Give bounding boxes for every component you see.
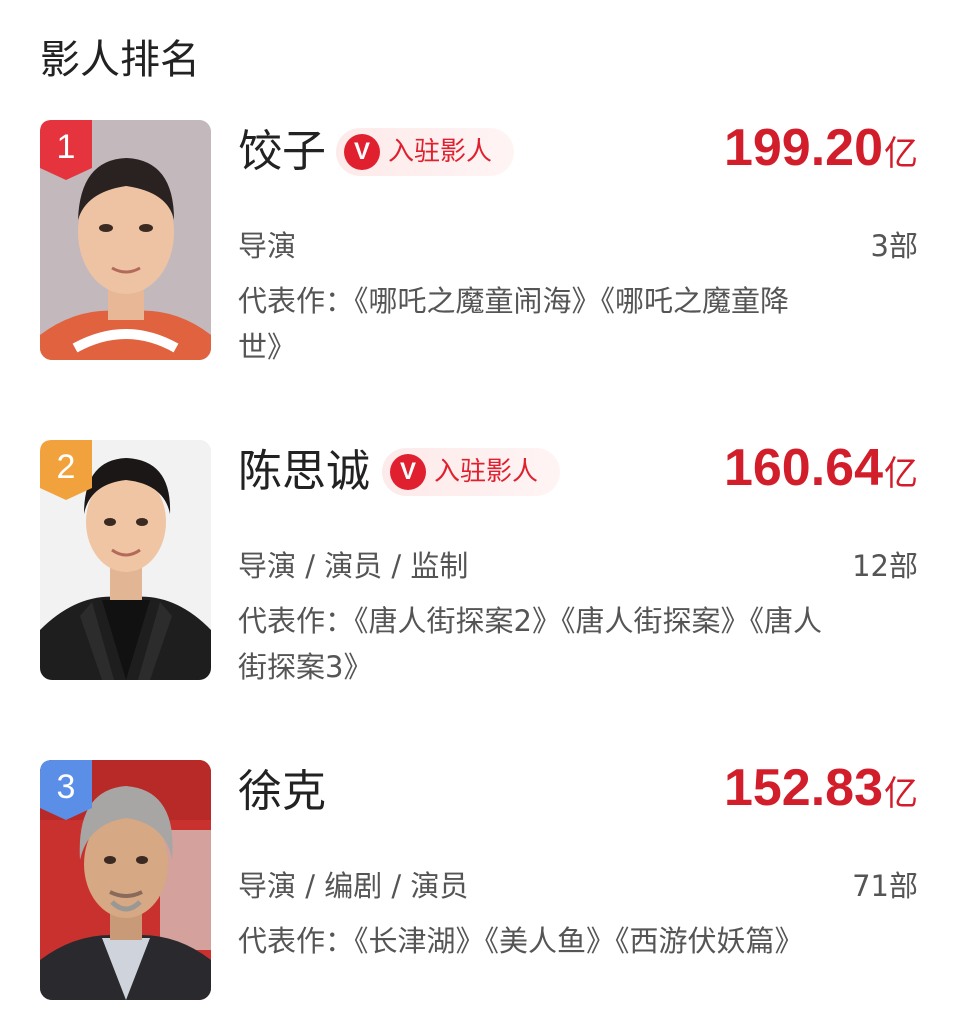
box-office-unit: 亿 bbox=[884, 134, 918, 174]
representative-works: 代表作：《唐人街探案2》《唐人街探案》《唐人街探案3》 bbox=[238, 604, 822, 684]
box-office: 160.64亿 bbox=[724, 440, 918, 502]
person-roles: 导演 / 编剧 / 演员 bbox=[238, 869, 469, 903]
box-office: 199.20亿 bbox=[724, 120, 918, 182]
rank-number: 1 bbox=[56, 128, 76, 166]
box-office-unit: 亿 bbox=[884, 774, 918, 814]
person-roles: 导演 bbox=[238, 229, 297, 263]
box-office-value: 152.83 bbox=[723, 759, 883, 817]
person-name[interactable]: 饺子 bbox=[238, 122, 326, 182]
works-count: 3部 bbox=[870, 229, 918, 263]
box-office-unit: 亿 bbox=[884, 454, 918, 494]
box-office: 152.83亿 bbox=[724, 760, 918, 822]
verified-icon: V bbox=[390, 454, 426, 490]
section-title: 影人排名 bbox=[40, 37, 200, 83]
rank-number: 2 bbox=[56, 448, 76, 486]
representative-works: 代表作：《哪吒之魔童闹海》《哪吒之魔童降世》 bbox=[238, 284, 790, 364]
person-roles: 导演 / 演员 / 监制 bbox=[238, 549, 469, 583]
box-office-value: 199.20 bbox=[723, 119, 883, 177]
works-count: 12部 bbox=[852, 549, 918, 583]
verified-icon: V bbox=[344, 134, 380, 170]
person-card-1[interactable]: 1 饺子 V 入驻影人 199.20亿 导演 3部 代表作：《哪吒之魔童闹海》《… bbox=[0, 120, 960, 370]
person-name[interactable]: 徐克 bbox=[238, 762, 326, 822]
person-name[interactable]: 陈思诚 bbox=[238, 442, 370, 502]
verified-label: 入驻影人 bbox=[388, 137, 493, 167]
rank-badge: 1 bbox=[40, 120, 92, 180]
works-count: 71部 bbox=[852, 869, 918, 903]
verified-badge: V 入驻影人 bbox=[336, 128, 515, 176]
verified-label: 入驻影人 bbox=[434, 457, 539, 487]
rank-badge: 2 bbox=[40, 440, 92, 500]
person-card-3[interactable]: 3 徐克 152.83亿 导演 / 编剧 / 演员 71部 代表作：《长津湖》《… bbox=[0, 760, 960, 1010]
rank-badge: 3 bbox=[40, 760, 92, 820]
representative-works: 代表作：《长津湖》《美人鱼》《西游伏妖篇》 bbox=[238, 924, 804, 958]
verified-badge: V 入驻影人 bbox=[382, 448, 561, 496]
person-card-2[interactable]: 2 陈思诚 V 入驻影人 160.64亿 导演 / 演员 / 监制 12部 代表… bbox=[0, 440, 960, 690]
box-office-value: 160.64 bbox=[723, 439, 883, 497]
rank-number: 3 bbox=[56, 768, 76, 806]
